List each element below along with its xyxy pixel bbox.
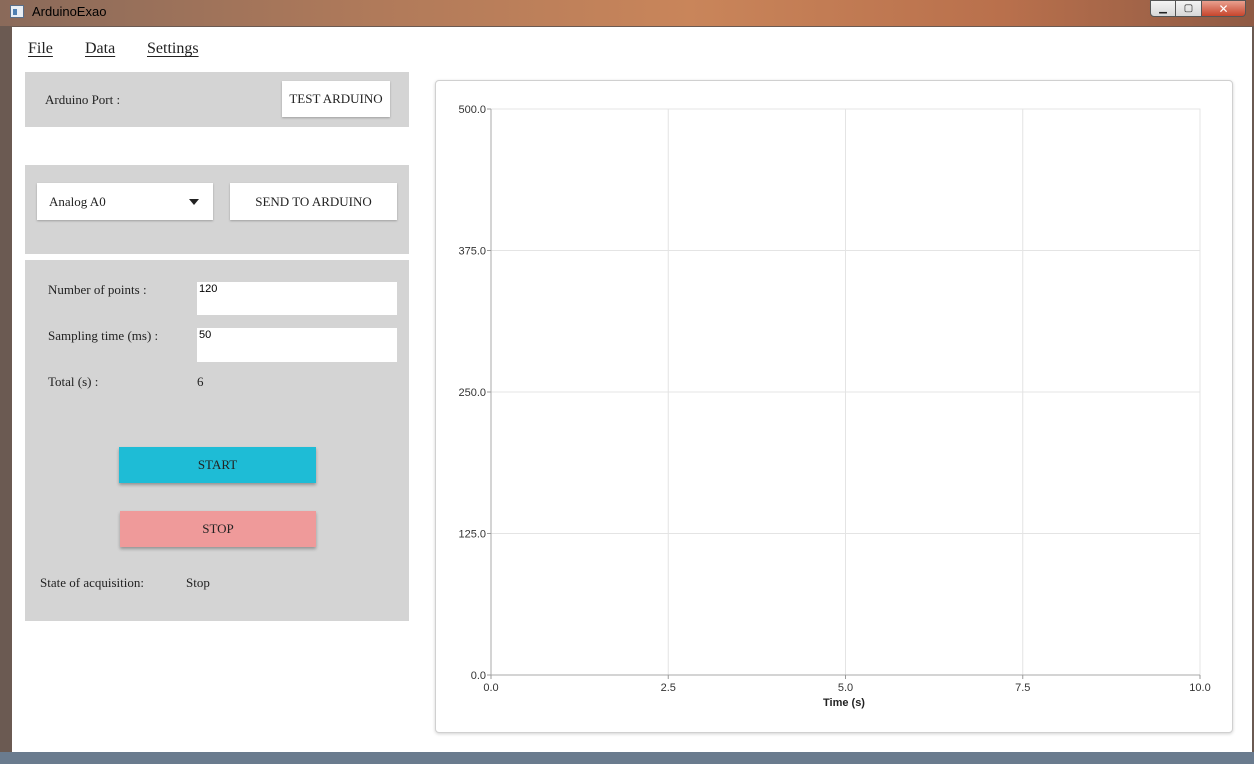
start-button[interactable]: START	[119, 447, 316, 483]
y-tick-label: 500.0	[458, 104, 486, 116]
state-label: State of acquisition:	[40, 575, 144, 590]
x-tick-label: 2.5	[661, 682, 676, 694]
total-value: 6	[197, 374, 204, 389]
menu-bar: File Data Settings	[12, 27, 1252, 71]
close-icon[interactable]: ✕	[1202, 0, 1246, 17]
port-panel: Arduino Port : TEST ARDUINO	[25, 72, 409, 127]
x-tick-label: 0.0	[483, 682, 498, 694]
stop-button[interactable]: STOP	[120, 511, 316, 547]
x-tick-label: 10.0	[1189, 682, 1210, 694]
y-tick-label: 125.0	[458, 529, 486, 541]
window-controls: ▁ ▢ ✕	[1150, 0, 1246, 17]
acquisition-panel: Number of points : 120 Sampling time (ms…	[25, 260, 409, 621]
maximize-icon[interactable]: ▢	[1176, 0, 1202, 17]
x-tick-label: 7.5	[1015, 682, 1030, 694]
title-bar[interactable]: ArduinoExao ▁ ▢ ✕	[0, 0, 1254, 26]
total-label: Total (s) :	[48, 374, 99, 389]
dropdown-arrow-icon	[189, 199, 199, 205]
menu-data[interactable]: Data	[85, 40, 115, 58]
sampling-time-input[interactable]: 50	[197, 328, 397, 362]
points-input[interactable]: 120	[197, 282, 397, 315]
chart-card: 0.0 2.5 5.0 7.5 10.0 0.0 125.0 250.0 375.0 500.0 …	[435, 80, 1233, 733]
channel-select-value: Analog A0	[49, 193, 106, 209]
x-axis-label: Time (s)	[823, 697, 865, 709]
y-tick-label: 250.0	[458, 387, 486, 399]
window-bottom-edge	[0, 752, 1254, 764]
menu-settings[interactable]: Settings	[147, 40, 199, 58]
y-tick-label: 375.0	[458, 246, 486, 258]
window-title: ArduinoExao	[32, 4, 107, 19]
sampling-time-label: Sampling time (ms) :	[48, 328, 159, 343]
send-to-arduino-button[interactable]: SEND TO ARDUINO	[230, 183, 397, 220]
channel-select[interactable]: Analog A0	[37, 183, 213, 220]
main-window: File Data Settings Arduino Port : TEST A…	[12, 27, 1252, 752]
x-tick-label: 5.0	[838, 682, 853, 694]
y-tick-label: 0.0	[471, 670, 486, 682]
minimize-icon[interactable]: ▁	[1150, 0, 1176, 17]
app-window-icon	[10, 5, 24, 18]
points-label: Number of points :	[48, 282, 147, 297]
state-value: Stop	[186, 575, 210, 590]
chart: 0.0 2.5 5.0 7.5 10.00.0125.0250.0375.0500.0 …	[458, 104, 1210, 709]
channel-panel: Analog A0 SEND TO ARDUINO	[25, 165, 409, 254]
menu-file[interactable]: File	[28, 40, 53, 58]
arduino-port-label: Arduino Port :	[45, 92, 121, 107]
test-arduino-button[interactable]: TEST ARDUINO	[282, 81, 390, 117]
